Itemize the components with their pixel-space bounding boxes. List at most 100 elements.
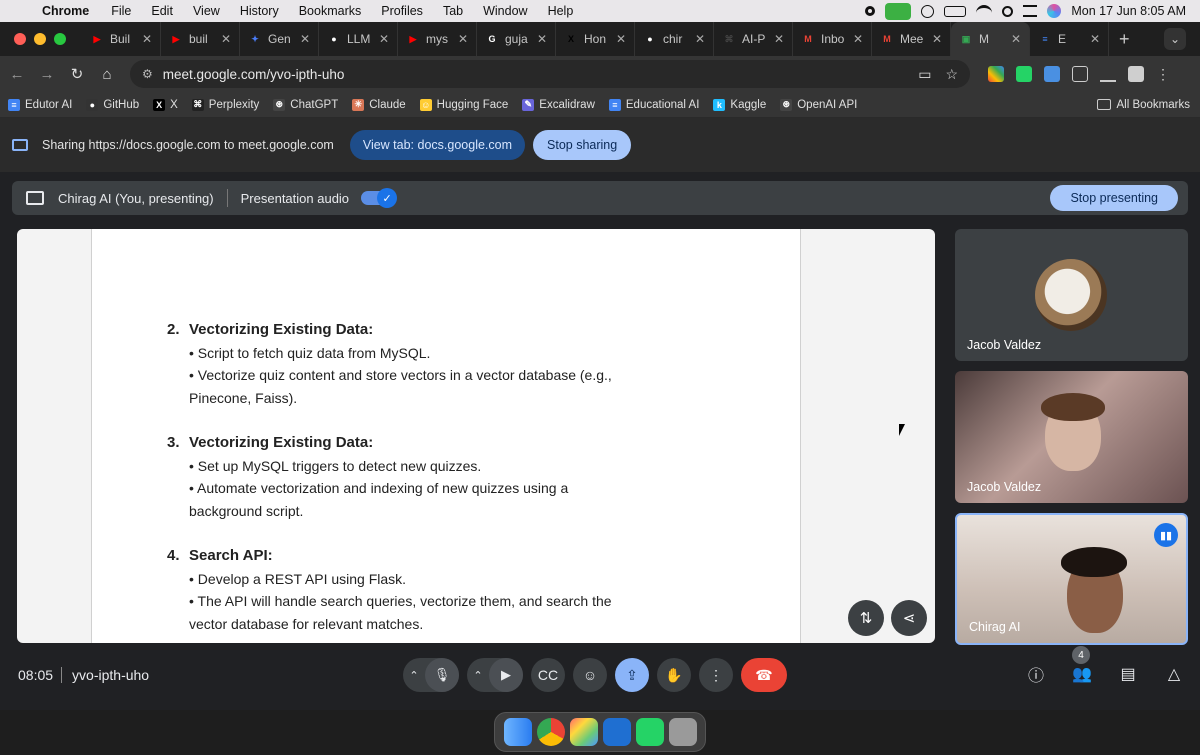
view-tab-button[interactable]: View tab: docs.google.com	[349, 130, 526, 160]
zoom-window-button[interactable]	[54, 33, 66, 45]
url-text[interactable]: meet.google.com/yvo-ipth-uho	[163, 67, 345, 82]
close-icon[interactable]: ✕	[1090, 32, 1100, 46]
menu-bookmarks[interactable]: Bookmarks	[289, 4, 372, 18]
tab[interactable]: ≡ E ✕	[1030, 22, 1109, 56]
tab[interactable]: ● chir ✕	[635, 22, 714, 56]
tab[interactable]: M Inbo ✕	[793, 22, 872, 56]
tab[interactable]: ▶ Buil ✕	[82, 22, 161, 56]
download-extension-icon[interactable]	[1044, 66, 1060, 82]
trash-icon[interactable]	[668, 718, 697, 746]
presentation-audio-toggle[interactable]: ✓	[361, 188, 398, 208]
bookmark-item[interactable]: ≡ Educational AI	[608, 98, 699, 111]
bookmark-item[interactable]: k Kaggle	[713, 98, 766, 111]
close-icon[interactable]: ✕	[142, 32, 152, 46]
vscode-icon[interactable]	[602, 718, 631, 746]
bookmark-item[interactable]: ⊛ OpenAI API	[780, 98, 857, 111]
close-icon[interactable]: ✕	[221, 32, 231, 46]
bookmark-star-icon[interactable]: ☆	[945, 66, 958, 83]
meeting-info-icon[interactable]: ⓘ	[1024, 662, 1048, 686]
emoji-icon[interactable]: ☺	[573, 658, 607, 692]
raise-hand-icon[interactable]: ✋	[657, 658, 691, 692]
menu-tab[interactable]: Tab	[433, 4, 473, 18]
chevron-up-icon[interactable]: ⌃	[467, 669, 489, 682]
menu-profiles[interactable]: Profiles	[371, 4, 433, 18]
record-icon[interactable]	[865, 6, 876, 16]
camera-status-icon[interactable]	[885, 2, 912, 20]
spotlight-icon[interactable]	[1002, 5, 1014, 17]
tab[interactable]: Gguja ✕	[477, 22, 556, 56]
close-icon[interactable]: ✕	[458, 32, 468, 46]
swap-layout-icon[interactable]: ⇅	[848, 600, 884, 636]
more-options-icon[interactable]: ⋮	[699, 658, 733, 692]
close-icon[interactable]: ✕	[1011, 32, 1021, 46]
tab[interactable]: ⌘ AI-P ✕	[714, 22, 793, 56]
leave-call-button[interactable]: ☎	[741, 658, 787, 692]
tab[interactable]: ▶ buil ✕	[161, 22, 240, 56]
close-icon[interactable]: ✕	[537, 32, 547, 46]
tab[interactable]: ● LLM ✕	[319, 22, 398, 56]
bookmark-item[interactable]: ⌘ Perplexity	[191, 98, 259, 111]
stop-presenting-button[interactable]: Stop presenting	[1050, 185, 1178, 211]
forward-icon[interactable]: →	[32, 66, 62, 83]
reload-icon[interactable]: ↻	[62, 65, 92, 83]
bookmark-item[interactable]: ⊛ ChatGPT	[273, 98, 338, 111]
captions-icon[interactable]: CC	[531, 658, 565, 692]
profile-avatar[interactable]	[1128, 66, 1144, 82]
site-info-icon[interactable]: ⚙	[142, 67, 153, 81]
new-tab-button[interactable]: +	[1119, 29, 1130, 50]
tab[interactable]: X Hon ✕	[556, 22, 635, 56]
tab-search-icon[interactable]: ⌄	[1164, 28, 1186, 50]
address-bar[interactable]: ⚙ meet.google.com/yvo-ipth-uho ▭ ☆	[130, 60, 970, 88]
participant-tile[interactable]: Jacob Valdez	[955, 371, 1188, 503]
launchpad-icon[interactable]	[569, 718, 598, 746]
bookmark-item[interactable]: ✳ Claude	[352, 98, 406, 111]
siri-icon[interactable]	[1047, 4, 1062, 18]
participant-tile[interactable]: Jacob Valdez	[955, 229, 1188, 361]
camera-icon[interactable]: ▶	[489, 658, 523, 692]
whatsapp-extension-icon[interactable]	[1016, 66, 1032, 82]
activities-icon[interactable]: △	[1162, 662, 1186, 686]
stop-sharing-button[interactable]: Stop sharing	[533, 130, 632, 160]
chrome-icon[interactable]	[536, 718, 565, 746]
mic-icon[interactable]: 🎙	[425, 658, 459, 692]
close-icon[interactable]: ✕	[616, 32, 626, 46]
home-icon[interactable]: ⌂	[92, 66, 122, 83]
minimize-window-button[interactable]	[34, 33, 46, 45]
close-icon[interactable]: ✕	[695, 32, 705, 46]
chat-icon[interactable]: ▤	[1116, 662, 1140, 686]
tab[interactable]: ▶ mys ✕	[398, 22, 477, 56]
camera-control[interactable]: ⌃ ▶	[467, 658, 523, 692]
all-bookmarks[interactable]: All Bookmarks	[1096, 99, 1190, 111]
extension-1-icon[interactable]	[988, 66, 1004, 82]
whatsapp-icon[interactable]	[635, 718, 664, 746]
participant-tile-self[interactable]: ▮▮ Chirag AI	[955, 513, 1188, 645]
battery-icon[interactable]	[944, 5, 967, 17]
people-icon[interactable]: 4 👥	[1070, 646, 1094, 686]
chevron-up-icon[interactable]: ⌃	[403, 669, 425, 682]
downloads-icon[interactable]	[1100, 66, 1116, 82]
tab[interactable]: ✦ Gen ✕	[240, 22, 319, 56]
close-icon[interactable]: ✕	[853, 32, 863, 46]
menu-file[interactable]: File	[101, 4, 141, 18]
control-center-icon[interactable]	[1023, 5, 1038, 17]
menu-window[interactable]: Window	[473, 4, 537, 18]
menu-app-name[interactable]: Chrome	[40, 4, 101, 18]
present-screen-icon[interactable]: ⇪	[615, 658, 649, 692]
bookmark-item[interactable]: ☺ Hugging Face	[419, 98, 508, 111]
tab[interactable]: ▣ M ✕	[951, 22, 1030, 56]
menu-view[interactable]: View	[183, 4, 230, 18]
close-icon[interactable]: ✕	[300, 32, 310, 46]
bookmark-item[interactable]: ● GitHub	[86, 98, 139, 111]
menu-help[interactable]: Help	[538, 4, 584, 18]
bookmark-item[interactable]: XX	[153, 98, 178, 111]
extensions-puzzle-icon[interactable]	[1072, 66, 1088, 82]
camera-in-use-icon[interactable]: ▭	[918, 66, 931, 83]
close-icon[interactable]: ✕	[774, 32, 784, 46]
close-icon[interactable]: ✕	[932, 32, 942, 46]
back-icon[interactable]: ←	[2, 66, 32, 83]
menubar-clock[interactable]: Mon 17 Jun 8:05 AM	[1071, 4, 1186, 18]
close-window-button[interactable]	[14, 33, 26, 45]
play-icon[interactable]	[921, 4, 935, 18]
menu-edit[interactable]: Edit	[141, 4, 183, 18]
share-icon[interactable]: ⋖	[891, 600, 927, 636]
